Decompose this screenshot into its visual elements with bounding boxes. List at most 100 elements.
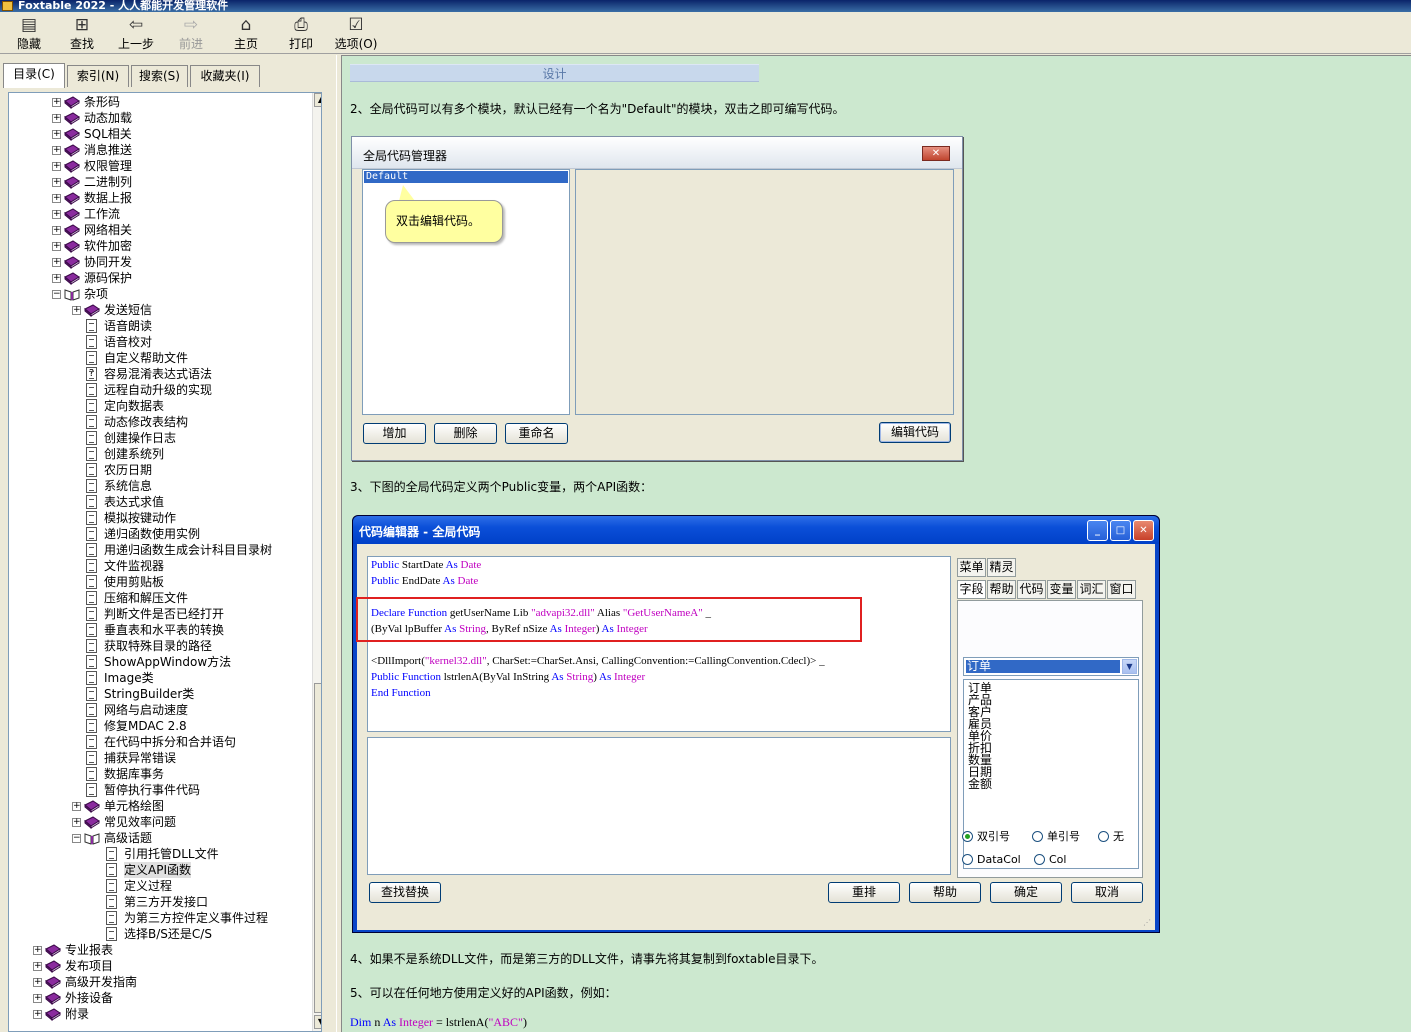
tree-item-label: 创建操作日志 (104, 431, 177, 445)
expand-icon[interactable]: + (72, 306, 81, 315)
collapse-icon[interactable]: − (72, 834, 81, 843)
assist-tab[interactable]: 菜单 (957, 558, 986, 577)
maximize-icon[interactable]: □ (1110, 520, 1131, 541)
tree-item-label: 高级开发指南 (65, 975, 138, 989)
nav-tab[interactable]: 索引(N) (67, 65, 129, 87)
assist-tab[interactable]: 窗口 (1107, 580, 1136, 599)
assist-tab[interactable]: 词汇 (1077, 580, 1106, 599)
tree-item-label: 外接设备 (65, 991, 114, 1005)
tree-scrollbar[interactable]: ▲ ▼ (312, 93, 321, 1031)
quote-option-radio[interactable]: 单引号 (1032, 828, 1080, 844)
expand-icon[interactable]: + (52, 274, 61, 283)
expand-icon[interactable]: + (72, 818, 81, 827)
tree-item-label: SQL相关 (84, 127, 132, 141)
add-button[interactable]: 增加 (363, 423, 426, 444)
delete-button[interactable]: 删除 (434, 423, 497, 444)
edit-code-button[interactable]: 编辑代码 (879, 422, 951, 443)
expand-icon[interactable]: + (52, 226, 61, 235)
back-button[interactable]: ⇦ 上一步 (111, 15, 161, 53)
minimize-icon[interactable]: _ (1087, 520, 1108, 541)
radio-button-icon[interactable] (1034, 854, 1045, 865)
paragraph-3: 3、下图的全局代码定义两个Public变量，两个API函数： (350, 480, 653, 494)
cancel-button[interactable]: 取消 (1071, 882, 1143, 903)
close-icon[interactable]: ✕ (922, 146, 950, 161)
radio-button-icon[interactable] (962, 831, 973, 842)
page-icon (86, 543, 97, 557)
home-button[interactable]: ⌂ 主页 (221, 15, 271, 53)
code-token: Function (391, 687, 431, 699)
ok-button[interactable]: 确定 (990, 882, 1062, 903)
page-icon (86, 447, 97, 461)
scroll-up-arrow-icon[interactable]: ▲ (314, 93, 321, 107)
col-option-radio[interactable]: Col (1034, 853, 1066, 866)
expand-icon[interactable]: + (52, 114, 61, 123)
expand-icon[interactable]: + (33, 946, 42, 955)
chevron-down-icon[interactable]: ▼ (1122, 659, 1137, 674)
output-text-area[interactable] (367, 737, 951, 875)
rearrange-button[interactable]: 重排 (828, 882, 900, 903)
module-list[interactable]: Default 双击编辑代码。 (362, 169, 570, 415)
nav-tab[interactable]: 目录(C) (3, 63, 65, 88)
print-button[interactable]: ⎙ 打印 (276, 15, 326, 53)
help-button[interactable]: 帮助 (909, 882, 981, 903)
code-text-area[interactable]: Public StartDate As Date Public EndDate A… (367, 556, 951, 732)
quote-option-radio[interactable]: 双引号 (962, 828, 1010, 844)
page-icon (106, 911, 117, 925)
expand-icon[interactable]: + (33, 1010, 42, 1019)
assist-tab[interactable]: 变量 (1047, 580, 1076, 599)
scroll-down-arrow-icon[interactable]: ▼ (314, 1015, 321, 1029)
collapse-icon[interactable]: − (52, 290, 61, 299)
page-icon (86, 719, 97, 733)
page-icon (86, 431, 97, 445)
find-replace-button[interactable]: 查找替换 (369, 882, 441, 903)
expand-icon[interactable]: + (33, 962, 42, 971)
dialog-titlebar: 全局代码管理器 ✕ (352, 137, 962, 169)
editor-titlebar: 代码编辑器 - 全局代码 _ □ ✕ (353, 516, 1159, 544)
expand-icon[interactable]: + (52, 162, 61, 171)
find-button[interactable]: ⊞ 查找 (57, 15, 107, 53)
closed-book-icon (64, 128, 80, 141)
scroll-thumb[interactable] (314, 683, 321, 1013)
page-icon (106, 879, 117, 893)
options-button[interactable]: ☑ 选项(O) (331, 15, 381, 53)
expand-icon[interactable]: + (33, 994, 42, 1003)
quote-option-radio[interactable]: 无 (1098, 828, 1124, 844)
expand-icon[interactable]: + (52, 98, 61, 107)
page-icon (86, 767, 97, 781)
hide-button[interactable]: ▤ 隐藏 (4, 15, 54, 53)
assist-tab[interactable]: 代码 (1017, 580, 1046, 599)
expand-icon[interactable]: + (72, 802, 81, 811)
tree-item-label: 远程自动升级的实现 (104, 383, 213, 397)
nav-tab[interactable]: 收藏夹(I) (190, 65, 260, 87)
close-icon[interactable]: ✕ (1133, 520, 1154, 541)
expand-icon[interactable]: + (52, 258, 61, 267)
tree-item-label: 数据库事务 (104, 767, 165, 781)
tree-item-label: 网络相关 (84, 223, 133, 237)
expand-icon[interactable]: + (52, 194, 61, 203)
expand-icon[interactable]: + (52, 210, 61, 219)
code-editor-dialog: 代码编辑器 - 全局代码 _ □ ✕ Public StartDate As D… (352, 515, 1160, 933)
code-string: "ABC" (488, 1015, 523, 1029)
paragraph-4: 4、如果不是系统DLL文件，而是第三方的DLL文件，请事先将其复制到foxtab… (350, 952, 824, 966)
resize-grip-icon[interactable]: ⋰ (1143, 918, 1153, 928)
table-select[interactable]: 订单 ▼ (963, 657, 1139, 676)
page-icon (86, 783, 97, 797)
closed-book-icon (64, 176, 80, 189)
expand-icon[interactable]: + (52, 242, 61, 251)
nav-tab[interactable]: 搜索(S) (131, 65, 188, 87)
radio-button-icon[interactable] (1032, 831, 1043, 842)
assist-tab[interactable]: 字段 (957, 580, 986, 599)
field-item[interactable]: 金额 (968, 778, 992, 790)
expand-icon[interactable]: + (33, 978, 42, 987)
contents-tree[interactable]: + 条形码 + 动态加载 + SQL相关 + 消息推送 + 权限管理 + 二进制列 + 数据上报 + 工作流 +… (8, 92, 322, 1032)
assist-tab[interactable]: 帮助 (987, 580, 1016, 599)
radio-button-icon[interactable] (962, 854, 973, 865)
expand-icon[interactable]: + (52, 178, 61, 187)
module-item-default[interactable]: Default (364, 171, 568, 183)
assist-tab[interactable]: 精灵 (987, 558, 1016, 577)
col-option-radio[interactable]: DataCol (962, 853, 1021, 866)
expand-icon[interactable]: + (52, 146, 61, 155)
radio-button-icon[interactable] (1098, 831, 1109, 842)
rename-button[interactable]: 重命名 (505, 423, 568, 444)
expand-icon[interactable]: + (52, 130, 61, 139)
